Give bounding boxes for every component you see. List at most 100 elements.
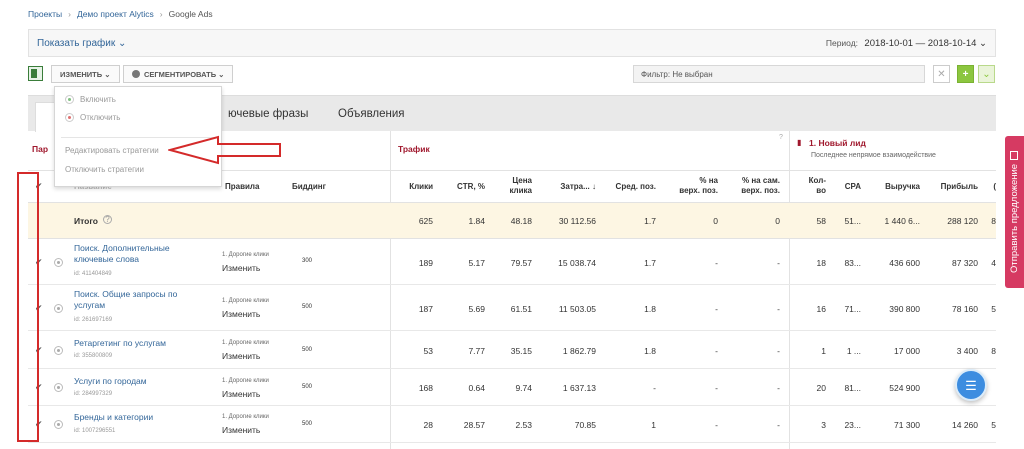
- total-count: 58: [816, 216, 826, 226]
- count-value: 3: [821, 420, 826, 430]
- abs-top-pct-value: -: [777, 304, 780, 314]
- abs-top-pct-value: -: [777, 346, 780, 356]
- menu-item-enable[interactable]: Включить: [65, 95, 116, 104]
- breadcrumb-separator: ›: [159, 9, 163, 19]
- header-profit[interactable]: Прибыль: [941, 182, 978, 192]
- cpc-value: 61.51: [510, 304, 532, 314]
- table-row: ✔ Ретаргетинг по услугам id: 355800809 1…: [28, 331, 996, 369]
- header-ctr[interactable]: CTR, %: [457, 182, 485, 192]
- edit-rule-link[interactable]: Изменить: [222, 425, 260, 435]
- rule-label: 1. Дорогие клики: [222, 298, 269, 304]
- bid-value[interactable]: 500: [302, 421, 312, 427]
- filter-field[interactable]: Фильтр: Не выбран: [633, 65, 925, 83]
- ctr-value: 7.77: [468, 346, 485, 356]
- header-rules[interactable]: Правила: [225, 182, 259, 192]
- total-profit: 288 120: [947, 216, 978, 226]
- breadcrumb-separator: ›: [68, 9, 71, 19]
- status-icon[interactable]: [54, 304, 63, 313]
- costs-value: 15 038.74: [558, 258, 596, 268]
- clear-filter-icon[interactable]: ✕: [933, 65, 950, 83]
- campaign-name-link[interactable]: Бренды и категории: [74, 412, 153, 423]
- excel-export-icon[interactable]: [28, 66, 43, 81]
- bid-value[interactable]: 500: [302, 304, 312, 310]
- group-goal[interactable]: 1. Новый лид: [809, 138, 866, 148]
- edit-rule-link[interactable]: Изменить: [222, 263, 260, 273]
- revenue-value: 524 900: [889, 383, 920, 393]
- more-value: 5: [991, 420, 996, 430]
- menu-item-enable-label: Включить: [80, 95, 116, 104]
- table-row: ✔ Бренды и категории id: 1007296551 1. Д…: [28, 406, 996, 443]
- bid-value[interactable]: 500: [302, 347, 312, 353]
- revenue-value: 436 600: [889, 258, 920, 268]
- total-top-pct: 0: [713, 216, 718, 226]
- revenue-value: 390 800: [889, 304, 920, 314]
- header-revenue[interactable]: Выручка: [885, 182, 920, 192]
- edit-rule-link[interactable]: Изменить: [222, 309, 260, 319]
- more-value: 5: [991, 304, 996, 314]
- campaign-name-link[interactable]: Поиск. Общие запросы по услугам: [74, 289, 177, 311]
- traffic-help-icon[interactable]: ?: [779, 134, 783, 141]
- menu-item-disable[interactable]: Отключить: [65, 113, 120, 122]
- menu-item-edit-strategies[interactable]: Редактировать стратегии: [65, 146, 159, 155]
- profit-value: 3 400: [956, 346, 978, 356]
- avg-pos-value: 1.7: [644, 258, 656, 268]
- header-abs-top-pct[interactable]: % на сам. верх. поз.: [741, 176, 780, 196]
- campaign-id: id: 1007296551: [74, 428, 116, 434]
- period-label: Период:: [825, 37, 859, 48]
- period-value[interactable]: 2018-10-01 — 2018-10-14 ⌄: [864, 38, 987, 49]
- cpc-value: 35.15: [510, 346, 532, 356]
- total-cpa: 51...: [844, 216, 861, 226]
- status-icon[interactable]: [54, 258, 63, 267]
- breadcrumb-projects[interactable]: Проекты: [28, 9, 62, 19]
- send-suggestion-tab[interactable]: Отправить предложение: [1005, 136, 1024, 288]
- campaign-name-link[interactable]: Поиск. Дополнительные ключевые слова: [74, 243, 170, 265]
- revenue-value: 71 300: [894, 420, 920, 430]
- campaign-name-link[interactable]: Ретаргетинг по услугам: [74, 338, 166, 349]
- total-help-icon[interactable]: ?: [103, 215, 112, 224]
- count-value: 20: [816, 383, 826, 393]
- revenue-value: 17 000: [894, 346, 920, 356]
- abs-top-pct-value: -: [777, 420, 780, 430]
- header-count[interactable]: Кол-во: [809, 176, 826, 196]
- filter-options-chevron-icon[interactable]: ⌄: [978, 65, 995, 83]
- header-bidding[interactable]: Биддинг: [292, 182, 326, 192]
- total-cpc: 48.18: [510, 216, 532, 226]
- list-menu-button[interactable]: ☰: [955, 369, 987, 401]
- header-top-pct[interactable]: % на верх. поз.: [679, 176, 718, 196]
- bid-value[interactable]: 500: [302, 384, 312, 390]
- total-abs-top-pct: 0: [775, 216, 780, 226]
- header-cpa[interactable]: CPA: [845, 182, 861, 192]
- checkbox-highlight-annotation: [17, 172, 39, 442]
- period-selector[interactable]: Период: 2018-10-01 — 2018-10-14 ⌄: [826, 38, 987, 49]
- bid-value[interactable]: 300: [302, 258, 312, 264]
- status-icon[interactable]: [54, 346, 63, 355]
- campaign-id: id: 411404849: [74, 271, 112, 277]
- enable-icon: [65, 95, 74, 104]
- tab-keywords[interactable]: ючевые фразы: [228, 108, 308, 120]
- header-more[interactable]: (: [993, 182, 996, 192]
- edit-rule-link[interactable]: Изменить: [222, 351, 260, 361]
- header-cpc[interactable]: Цена клика: [509, 176, 532, 196]
- header-costs[interactable]: Затра... ↓: [560, 182, 596, 192]
- total-avg-pos: 1.7: [644, 216, 656, 226]
- change-button[interactable]: ИЗМЕНИТЬ ⌄: [51, 65, 120, 83]
- header-avg-pos[interactable]: Сред. поз.: [616, 182, 656, 192]
- breadcrumb-project[interactable]: Демо проект Alytics: [77, 9, 154, 19]
- status-icon[interactable]: [54, 420, 63, 429]
- add-filter-icon[interactable]: +: [957, 65, 974, 83]
- avg-pos-value: 1: [651, 420, 656, 430]
- disable-icon: [65, 113, 74, 122]
- campaign-name-link[interactable]: Услуги по городам: [74, 376, 147, 387]
- tab-ads[interactable]: Объявления: [338, 108, 405, 120]
- top-pct-value: -: [715, 383, 718, 393]
- show-graph-toggle[interactable]: Показать график ⌄: [37, 38, 126, 49]
- edit-rule-link[interactable]: Изменить: [222, 389, 260, 399]
- costs-value: 70.85: [574, 420, 596, 430]
- segment-button[interactable]: СЕГМЕНТИРОВАТЬ ⌄: [123, 65, 234, 83]
- cpa-value: 1 ...: [846, 346, 861, 356]
- cpa-value: 81...: [844, 383, 861, 393]
- cpa-value: 71...: [844, 304, 861, 314]
- menu-item-disable-strategies[interactable]: Отключить стратегии: [65, 165, 144, 174]
- header-clicks[interactable]: Клики: [409, 182, 433, 192]
- status-icon[interactable]: [54, 383, 63, 392]
